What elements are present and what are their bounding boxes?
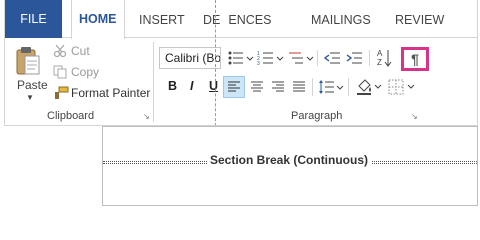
toolbar-separator bbox=[312, 78, 313, 96]
group-separator bbox=[153, 42, 154, 122]
paragraph-launcher-icon[interactable]: ↘ bbox=[411, 113, 419, 121]
cut-button[interactable]: Cut bbox=[71, 44, 90, 58]
toolbar-separator bbox=[369, 50, 370, 66]
format-painter-button[interactable]: Format Painter bbox=[71, 86, 150, 100]
bold-button[interactable]: B bbox=[168, 79, 177, 93]
tab-home[interactable]: HOME bbox=[71, 0, 125, 39]
svg-text:3: 3 bbox=[257, 61, 260, 66]
paragraph-group-label: Paragraph bbox=[291, 110, 343, 122]
ribbon: FILE HOME INSERT DE ENCES MAILINGS REVIEW… bbox=[4, 0, 478, 126]
italic-button[interactable]: I bbox=[190, 79, 193, 93]
tab-references-label-tail: ENCES bbox=[228, 13, 272, 27]
align-right-icon[interactable] bbox=[271, 80, 285, 94]
increase-indent-icon[interactable] bbox=[345, 50, 363, 66]
font-name-input[interactable]: Calibri (Bo bbox=[159, 47, 221, 69]
tab-insert[interactable]: INSERT bbox=[139, 13, 185, 27]
numbering-icon[interactable]: 1 2 3 bbox=[257, 50, 285, 66]
clipboard-launcher-icon[interactable]: ↘ bbox=[143, 113, 151, 121]
tab-references[interactable]: DE ENCES bbox=[203, 13, 271, 27]
multilevel-list-icon[interactable] bbox=[287, 50, 315, 66]
ribbon-tab-bar: FILE HOME INSERT DE ENCES MAILINGS REVIEW bbox=[5, 0, 477, 39]
section-break-label: Section Break (Continuous) bbox=[207, 153, 372, 167]
underline-button[interactable]: U bbox=[209, 79, 218, 93]
paste-dropdown-icon[interactable]: ▼ bbox=[26, 93, 34, 102]
sort-icon[interactable]: A Z bbox=[376, 48, 392, 68]
split-indicator bbox=[215, 0, 216, 125]
paste-icon[interactable] bbox=[15, 46, 41, 76]
toolbar-separator bbox=[317, 50, 318, 66]
document-page[interactable]: Section Break (Continuous) bbox=[102, 126, 478, 206]
format-painter-icon bbox=[55, 86, 69, 99]
svg-text:Z: Z bbox=[377, 58, 382, 67]
tab-review[interactable]: REVIEW bbox=[395, 13, 444, 27]
tab-references-label: DE bbox=[203, 13, 221, 27]
justify-icon[interactable] bbox=[292, 80, 306, 94]
copy-button[interactable]: Copy bbox=[71, 65, 99, 79]
decrease-indent-icon[interactable] bbox=[323, 50, 341, 66]
bullets-icon[interactable] bbox=[227, 50, 255, 66]
shading-icon[interactable] bbox=[355, 78, 383, 96]
toolbar-separator bbox=[348, 78, 349, 96]
tab-mailings[interactable]: MAILINGS bbox=[311, 13, 371, 27]
paste-button[interactable]: Paste bbox=[17, 78, 48, 92]
borders-icon[interactable] bbox=[387, 78, 417, 96]
clipboard-group-label: Clipboard bbox=[47, 110, 95, 122]
cut-icon bbox=[53, 44, 67, 58]
line-spacing-icon[interactable] bbox=[318, 79, 344, 95]
align-left-icon bbox=[228, 81, 240, 92]
show-hide-formatting-button[interactable]: ¶ bbox=[401, 47, 429, 71]
copy-icon bbox=[53, 65, 67, 79]
align-center-icon[interactable] bbox=[250, 80, 264, 94]
svg-text:A: A bbox=[377, 49, 383, 58]
tab-file[interactable]: FILE bbox=[5, 0, 62, 38]
